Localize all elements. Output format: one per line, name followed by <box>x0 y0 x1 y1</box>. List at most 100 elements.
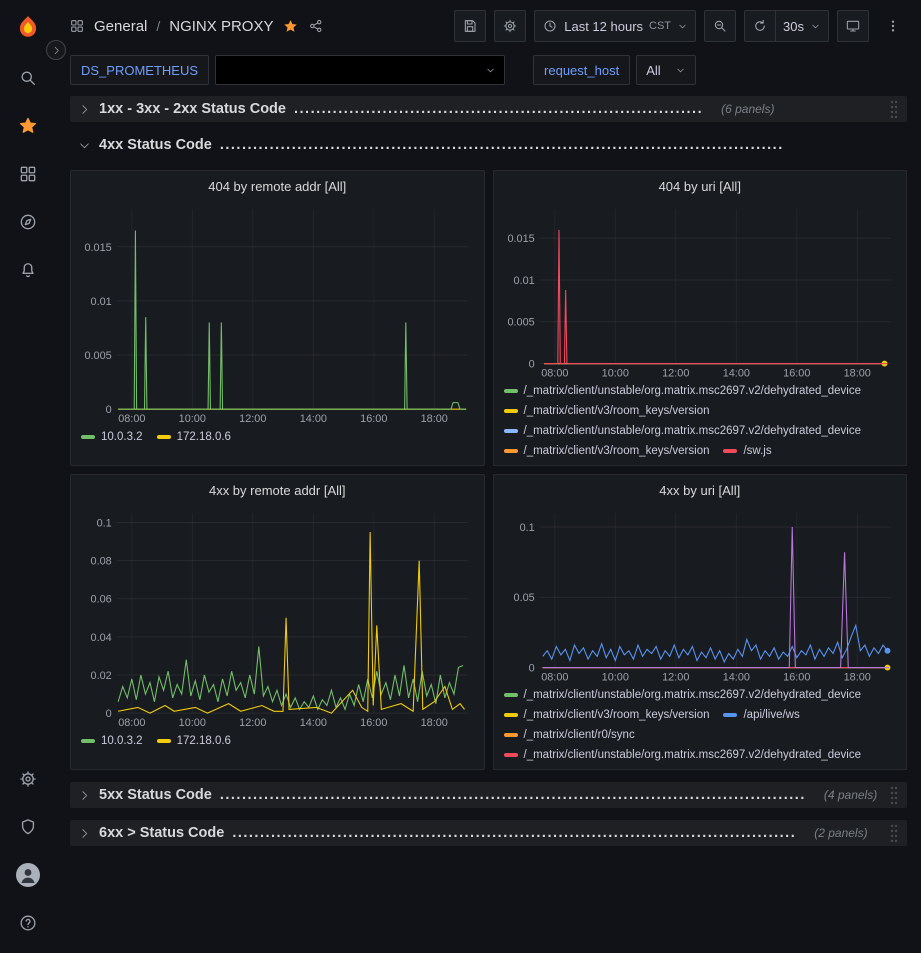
svg-text:12:00: 12:00 <box>239 413 266 425</box>
request-host-variable-label[interactable]: request_host <box>533 55 630 85</box>
breadcrumb: General / NGINX PROXY <box>69 18 324 35</box>
row-panel-count: (4 panels) <box>824 788 877 802</box>
sidebar-item-server-admin[interactable] <box>0 803 55 851</box>
sidebar-item-alerting[interactable] <box>0 246 55 294</box>
zoom-out-time-button[interactable] <box>704 10 736 42</box>
chart-area[interactable]: 08:0010:0012:0014:0016:0018:0000.0050.01… <box>494 201 907 379</box>
request-host-variable-picker[interactable]: All <box>636 55 695 85</box>
row-title: 5xx Status Code <box>99 787 212 803</box>
dashboard-title[interactable]: NGINX PROXY <box>169 18 273 35</box>
chart-area[interactable]: 08:0010:0012:0014:0016:0018:0000.050.1 <box>494 505 907 683</box>
legend-item[interactable]: /sw.js <box>723 441 771 461</box>
time-range-label: Last 12 hours <box>564 19 643 34</box>
sidebar-item-starred[interactable] <box>0 102 55 150</box>
panel-title[interactable]: 4xx by uri [All] <box>494 480 907 505</box>
legend-label: 172.18.0.6 <box>177 431 231 443</box>
legend-item[interactable]: /_matrix/client/r0/sync <box>504 725 635 745</box>
tv-mode-button[interactable] <box>837 10 869 42</box>
favorite-star-icon[interactable] <box>282 18 299 35</box>
svg-text:10:00: 10:00 <box>179 413 206 425</box>
row-drag-handle[interactable] <box>889 99 899 119</box>
svg-text:14:00: 14:00 <box>300 413 327 425</box>
legend-label: /_matrix/client/unstable/org.matrix.msc2… <box>524 385 862 397</box>
row-5xx-status-code[interactable]: 5xx Status Code ........................… <box>70 782 907 808</box>
legend-item[interactable]: /_matrix/client/unstable/org.matrix.msc2… <box>504 685 862 705</box>
shield-icon <box>18 817 38 837</box>
row-leader-dots: ........................................… <box>220 137 784 153</box>
more-options-button[interactable] <box>877 10 909 42</box>
svg-text:0.005: 0.005 <box>507 317 534 329</box>
svg-text:16:00: 16:00 <box>360 413 387 425</box>
sidebar-item-configuration[interactable] <box>0 755 55 803</box>
legend-label: 172.18.0.6 <box>177 735 231 747</box>
legend-item[interactable]: 10.0.3.2 <box>81 427 143 447</box>
time-range-picker[interactable]: Last 12 hours CST <box>534 10 696 42</box>
panel-title[interactable]: 4xx by remote addr [All] <box>71 480 484 505</box>
svg-text:16:00: 16:00 <box>783 671 810 683</box>
svg-text:18:00: 18:00 <box>421 717 448 729</box>
refresh-icon <box>752 18 768 34</box>
panel-grid: 404 by remote addr [All] 08:0010:0012:00… <box>70 170 907 770</box>
refresh-interval-picker[interactable]: 30s <box>776 10 829 42</box>
row-drag-handle[interactable] <box>889 823 899 843</box>
row-leader-dots: ........................................… <box>232 825 796 841</box>
svg-text:0.005: 0.005 <box>84 350 111 362</box>
row-6xx-status-code[interactable]: 6xx > Status Code ......................… <box>70 820 907 846</box>
datasource-variable-label[interactable]: DS_PROMETHEUS <box>70 55 209 85</box>
refresh-group: 30s <box>744 10 829 42</box>
legend-swatch <box>504 753 518 757</box>
legend-swatch <box>723 449 737 453</box>
svg-text:16:00: 16:00 <box>360 717 387 729</box>
refresh-button[interactable] <box>744 10 776 42</box>
save-dashboard-button[interactable] <box>454 10 486 42</box>
panel-title[interactable]: 404 by uri [All] <box>494 176 907 201</box>
legend-label: /_matrix/client/r0/sync <box>524 729 635 741</box>
legend-item[interactable]: /_matrix/client/unstable/org.matrix.msc2… <box>504 381 862 401</box>
legend-item[interactable]: /_matrix/client/v3/room_keys/version <box>504 705 710 725</box>
legend-label: /sw.js <box>743 445 771 457</box>
row-4xx-status-code[interactable]: 4xx Status Code ........................… <box>70 134 907 156</box>
panel-title[interactable]: 404 by remote addr [All] <box>71 176 484 201</box>
svg-text:14:00: 14:00 <box>300 717 327 729</box>
legend-label: 10.0.3.2 <box>101 735 143 747</box>
legend-item[interactable]: /_matrix/client/v3/room_keys/version <box>504 401 710 421</box>
sidebar-item-dashboards[interactable] <box>0 150 55 198</box>
legend-item[interactable]: 172.18.0.6 <box>157 427 231 447</box>
row-panel-count: (6 panels) <box>721 102 774 116</box>
top-navbar: General / NGINX PROXY Last 12 hours <box>55 0 921 52</box>
sidebar-expand-button[interactable] <box>46 40 66 60</box>
chart-area[interactable]: 08:0010:0012:0014:0016:0018:0000.020.040… <box>71 505 484 729</box>
sidebar-item-help[interactable] <box>0 899 55 947</box>
legend-item[interactable]: /_matrix/client/v3/room_keys/version <box>504 441 710 461</box>
breadcrumb-folder[interactable]: General <box>94 18 147 35</box>
legend-item[interactable]: 10.0.3.2 <box>81 731 143 751</box>
sidebar-item-profile[interactable] <box>0 851 55 899</box>
svg-text:0.06: 0.06 <box>91 594 112 606</box>
datasource-variable-picker[interactable] <box>215 55 505 85</box>
svg-text:16:00: 16:00 <box>783 367 810 379</box>
sidebar-item-explore[interactable] <box>0 198 55 246</box>
legend-item[interactable]: /_matrix/client/unstable/org.matrix.msc2… <box>504 745 862 765</box>
legend-item[interactable]: /_matrix/client/unstable/org.matrix.msc2… <box>504 421 862 441</box>
legend-item[interactable]: 172.18.0.6 <box>157 731 231 751</box>
dashboard-settings-button[interactable] <box>494 10 526 42</box>
dashboard-canvas: 1xx - 3xx - 2xx Status Code ............… <box>55 88 921 953</box>
row-panel-count: (2 panels) <box>814 826 867 840</box>
legend-item[interactable]: /api/live/ws <box>723 705 799 725</box>
panel-4xx-by-uri: 4xx by uri [All] 08:0010:0012:0014:0016:… <box>493 474 908 770</box>
panel-404-by-uri: 404 by uri [All] 08:0010:0012:0014:0016:… <box>493 170 908 466</box>
chevron-right-icon <box>51 45 62 56</box>
legend-label: /_matrix/client/v3/room_keys/version <box>524 445 710 457</box>
timeseries-chart: 08:0010:0012:0014:0016:0018:0000.020.040… <box>79 505 476 729</box>
sidebar-item-search[interactable] <box>0 54 55 102</box>
share-icon[interactable] <box>308 18 324 34</box>
svg-text:14:00: 14:00 <box>722 671 749 683</box>
svg-text:0.05: 0.05 <box>513 592 534 604</box>
row-drag-handle[interactable] <box>889 785 899 805</box>
chart-area[interactable]: 08:0010:0012:0014:0016:0018:0000.0050.01… <box>71 201 484 425</box>
panel-legend: /_matrix/client/unstable/org.matrix.msc2… <box>494 379 907 465</box>
legend-swatch <box>504 449 518 453</box>
svg-text:0.1: 0.1 <box>97 517 112 529</box>
chevron-right-icon <box>78 103 91 116</box>
row-1xx-3xx-2xx-status-code[interactable]: 1xx - 3xx - 2xx Status Code ............… <box>70 96 907 122</box>
